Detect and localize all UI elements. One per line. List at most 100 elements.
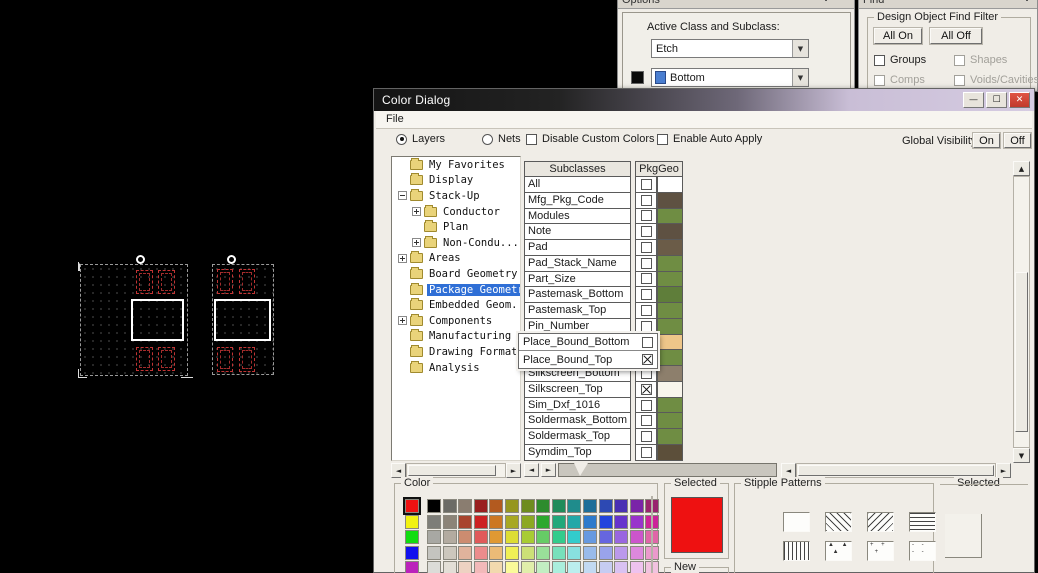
maximize-button[interactable]: ☐ [986, 92, 1007, 108]
sheet-tab[interactable] [558, 463, 777, 477]
subclass-color-swatch[interactable] [657, 303, 683, 319]
subclass-color-swatch[interactable] [657, 224, 683, 240]
scroll-left-icon[interactable]: ◄ [391, 463, 406, 478]
visibility-checkbox-icon[interactable] [641, 431, 652, 442]
palette-swatch[interactable] [405, 561, 419, 573]
all-on-button[interactable]: All On [874, 28, 922, 44]
palette-swatch[interactable] [474, 546, 488, 560]
subclass-dropdown[interactable]: Bottom ▼ [651, 68, 809, 87]
palette-swatch[interactable] [552, 530, 566, 544]
palette-swatch[interactable] [458, 499, 472, 513]
palette-swatch[interactable] [599, 530, 613, 544]
active-layer-swatch[interactable] [631, 71, 644, 84]
stipple-pattern-vertical-lines[interactable] [783, 541, 810, 561]
subclass-color-swatch[interactable] [657, 366, 683, 382]
palette-swatch[interactable] [630, 499, 644, 513]
subclass-name[interactable]: Symdim_Top [524, 445, 631, 461]
close-button[interactable]: ✕ [1009, 92, 1030, 108]
expand-plus-icon[interactable] [398, 254, 407, 263]
scrollbar-thumb[interactable] [408, 465, 496, 476]
palette-swatch[interactable] [614, 546, 628, 560]
visibility-checkbox-cell[interactable] [635, 256, 657, 272]
stipple-pattern-horizontal-lines[interactable] [909, 512, 936, 532]
palette-swatch[interactable] [583, 561, 597, 573]
visibility-checkbox-cell[interactable] [635, 177, 657, 193]
subclass-name[interactable]: Mfg_Pkg_Code [524, 193, 631, 209]
tree-item-components[interactable]: Components [392, 313, 520, 329]
palette-swatch[interactable] [489, 499, 503, 513]
minimize-button[interactable]: — [963, 92, 984, 108]
palette-swatch[interactable] [458, 546, 472, 560]
palette-swatch[interactable] [614, 530, 628, 544]
subclass-name[interactable]: Sim_Dxf_1016 [524, 398, 631, 414]
palette-swatch[interactable] [521, 546, 535, 560]
palette-swatch[interactable] [427, 515, 441, 529]
pin-icon[interactable] [1023, 0, 1031, 1]
palette-swatch[interactable] [552, 561, 566, 573]
palette-swatch[interactable] [536, 546, 550, 560]
subclass-name[interactable]: All [524, 177, 631, 193]
palette-swatch[interactable] [474, 530, 488, 544]
visibility-checkbox-icon[interactable] [641, 195, 652, 206]
palette-swatch[interactable] [405, 530, 419, 544]
visibility-checkbox-icon[interactable] [641, 447, 652, 458]
tree-item-display[interactable]: Display [392, 173, 520, 189]
visibility-checkbox-cell[interactable] [635, 429, 657, 445]
tree-horizontal-scrollbar[interactable]: ◄ ► [391, 463, 521, 478]
tree-item-drawing-format[interactable]: Drawing Format [392, 344, 520, 360]
subclass-name[interactable]: Pastemask_Bottom [524, 287, 631, 303]
tree-item-areas[interactable]: Areas [392, 251, 520, 267]
visibility-checkbox-cell[interactable] [635, 272, 657, 288]
subclass-color-swatch[interactable] [657, 429, 683, 445]
find-checkbox-groups[interactable]: Groups [874, 54, 926, 66]
palette-swatch[interactable] [552, 499, 566, 513]
subclass-color-swatch[interactable] [657, 382, 683, 398]
tab-scroll-right-icon[interactable]: ► [541, 463, 556, 477]
palette-swatch[interactable] [427, 561, 441, 573]
subclass-color-swatch[interactable] [657, 287, 683, 303]
palette-swatch[interactable] [630, 561, 644, 573]
palette-swatch[interactable] [521, 515, 535, 529]
visibility-checkbox-icon[interactable] [641, 305, 652, 316]
global-visibility-on-button[interactable]: On [973, 133, 1000, 148]
visibility-checkbox-icon[interactable] [641, 384, 652, 395]
tree-item-package-geometry[interactable]: Package Geometry [392, 282, 520, 298]
menu-file[interactable]: File [386, 113, 404, 125]
scroll-right-icon[interactable]: ► [996, 463, 1011, 478]
visibility-checkbox-icon[interactable] [641, 289, 652, 300]
layers-radio[interactable]: Layers [396, 133, 445, 145]
tree-item-my-favorites[interactable]: My Favorites [392, 157, 520, 173]
tree-item-stack-up[interactable]: Stack-Up [392, 188, 520, 204]
visibility-checkbox-cell[interactable] [635, 224, 657, 240]
footprint-1[interactable] [80, 264, 188, 376]
nets-radio[interactable]: Nets [482, 133, 521, 145]
visibility-checkbox-icon[interactable] [641, 179, 652, 190]
palette-swatch[interactable] [536, 515, 550, 529]
palette-swatch[interactable] [474, 561, 488, 573]
palette-swatch[interactable] [505, 499, 519, 513]
stipple-pattern-solid[interactable] [783, 512, 810, 532]
stipple-pattern-dashes[interactable]: - - - - [909, 541, 936, 561]
palette-swatch[interactable] [458, 530, 472, 544]
subclass-color-swatch[interactable] [657, 445, 683, 461]
scroll-up-icon[interactable]: ▲ [1013, 161, 1030, 176]
subclass-name[interactable]: Silkscreen_Top [524, 382, 631, 398]
visibility-checkbox-icon[interactable] [642, 354, 653, 365]
find-checkbox-voids-cavities[interactable]: Voids/Cavities [954, 74, 1038, 86]
subclass-name[interactable]: Soldermask_Top [524, 429, 631, 445]
visibility-checkbox-icon[interactable] [642, 337, 653, 348]
palette-swatch[interactable] [630, 515, 644, 529]
subclass-color-swatch[interactable] [657, 335, 683, 351]
close-icon[interactable]: × [842, 0, 848, 1]
scroll-left-icon[interactable]: ◄ [781, 463, 796, 478]
visibility-checkbox-cell[interactable] [635, 303, 657, 319]
palette-swatch[interactable] [458, 515, 472, 529]
subclass-color-swatch[interactable] [657, 398, 683, 414]
visibility-checkbox-icon[interactable] [641, 415, 652, 426]
palette-swatch[interactable] [583, 546, 597, 560]
visibility-checkbox-cell[interactable] [635, 382, 657, 398]
visibility-checkbox-icon[interactable] [641, 273, 652, 284]
palette-swatch[interactable] [505, 546, 519, 560]
palette-swatch[interactable] [458, 561, 472, 573]
tree-item-analysis[interactable]: Analysis [392, 360, 520, 376]
